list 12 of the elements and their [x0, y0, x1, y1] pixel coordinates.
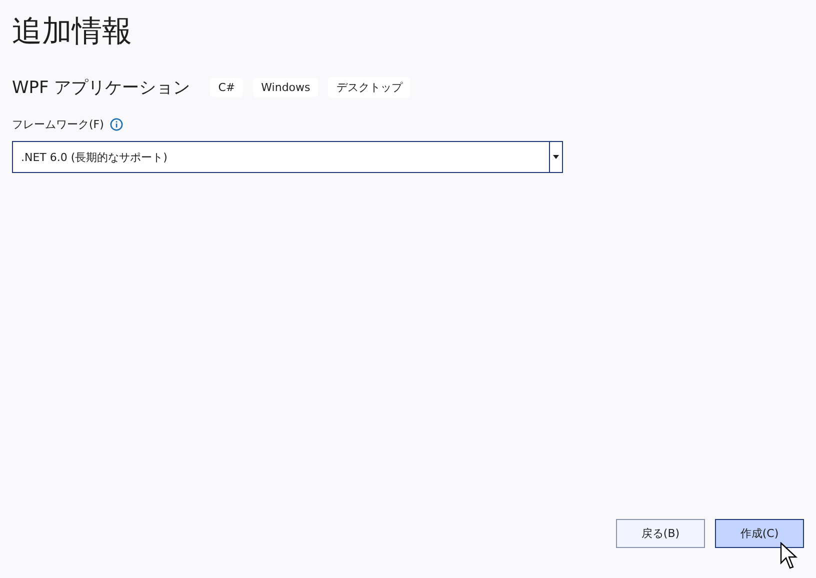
- action-button[interactable]: 戻る(B): [616, 519, 705, 548]
- tag: Windows: [253, 78, 318, 97]
- caret-icon: [553, 155, 559, 159]
- mouse-cursor-icon: [780, 542, 798, 570]
- page-title: 追加情報: [12, 13, 133, 51]
- template-name: WPF アプリケーション: [12, 77, 190, 99]
- tag: デスクトップ: [328, 77, 410, 98]
- tag: C#: [210, 78, 244, 97]
- info-icon[interactable]: [110, 118, 123, 131]
- framework-dropdown[interactable]: .NET 6.0 (長期的なサポート): [12, 141, 563, 173]
- action-button[interactable]: 作成(C): [715, 519, 804, 548]
- field-label: フレームワーク(F): [12, 117, 104, 132]
